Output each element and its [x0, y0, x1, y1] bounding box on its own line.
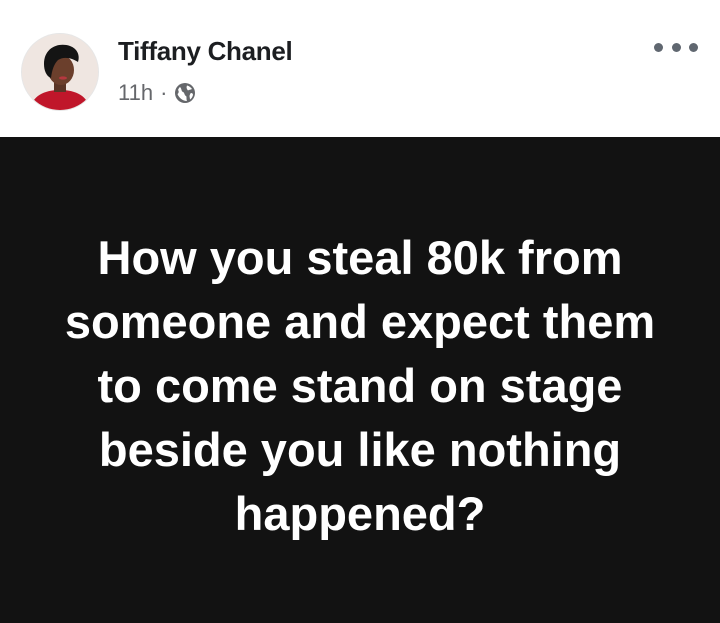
post-time[interactable]: 11h: [118, 80, 153, 106]
author-avatar[interactable]: [22, 34, 98, 110]
post-text: How you steal 80k from someone and expec…: [64, 231, 656, 540]
facebook-post: Tiffany Chanel 11h · How you steal 80k f…: [0, 0, 720, 623]
post-meta: 11h ·: [118, 80, 196, 106]
more-dot: [654, 42, 663, 52]
post-content-background: How you steal 80k from someone and expec…: [0, 137, 720, 623]
globe-icon[interactable]: [174, 82, 196, 104]
more-options-icon[interactable]: [654, 34, 698, 60]
more-dot: [689, 42, 698, 52]
more-dot: [671, 42, 681, 52]
meta-separator: ·: [160, 80, 168, 105]
avatar-photo: [22, 34, 98, 110]
post-header: Tiffany Chanel 11h ·: [0, 0, 720, 137]
author-name[interactable]: Tiffany Chanel: [118, 36, 293, 67]
